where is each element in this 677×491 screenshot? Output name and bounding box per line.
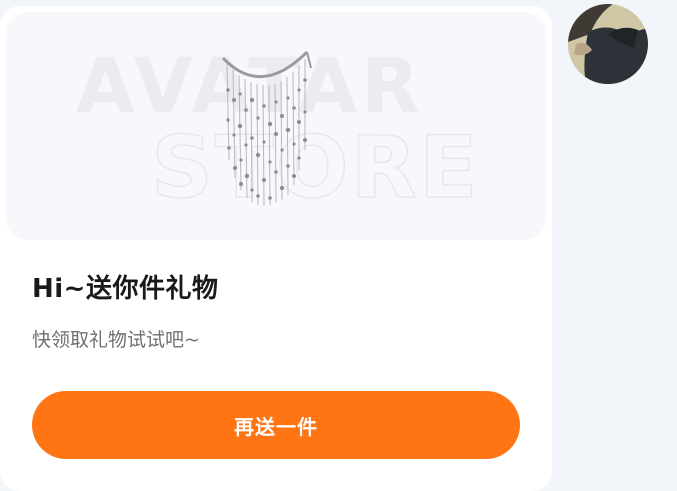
user-avatar-icon[interactable]	[568, 4, 648, 84]
gift-banner: AVATAR STORE	[6, 12, 546, 240]
gift-subtitle: 快领取礼物试试吧~	[32, 329, 200, 351]
avatar-image	[568, 4, 648, 84]
send-another-button[interactable]: 再送一件	[32, 391, 520, 459]
gift-title: Hi~送你件礼物	[32, 274, 219, 304]
beaded-headpiece-icon	[221, 50, 312, 207]
gift-card: AVATAR STORE Hi~送你件礼物 快领取礼物试试吧~ 再送一件	[0, 6, 552, 491]
